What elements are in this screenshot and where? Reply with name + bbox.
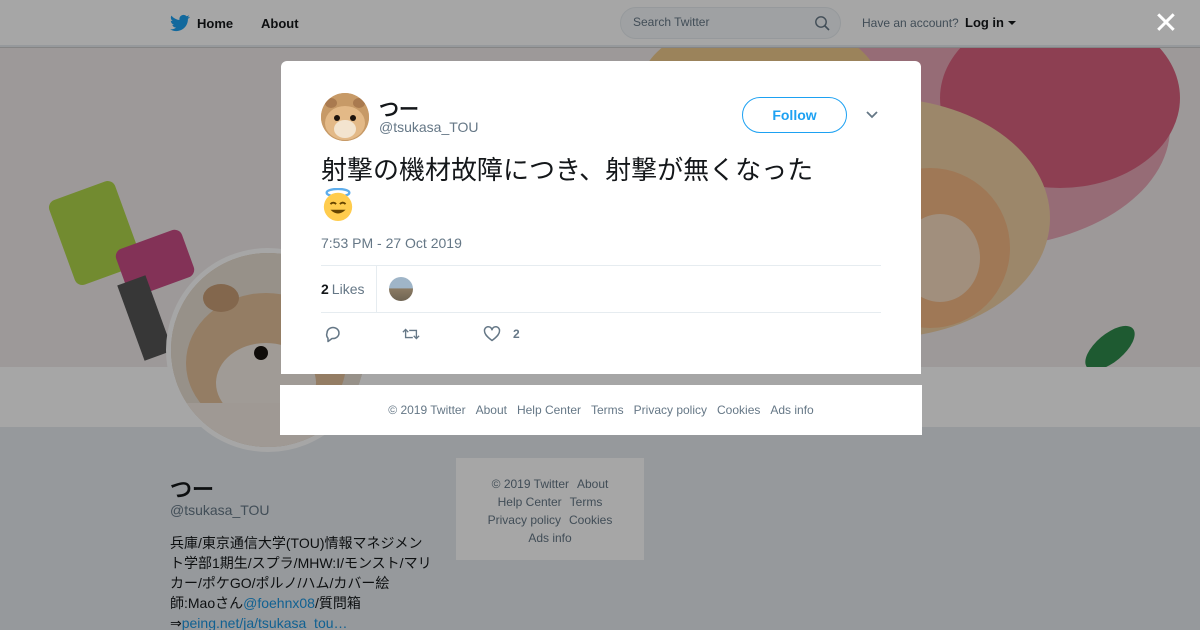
modal-footer-about[interactable]: About: [476, 403, 507, 417]
halo-emoji-icon: [323, 188, 353, 222]
modal-footer-help[interactable]: Help Center: [517, 403, 581, 417]
retweet-button[interactable]: [402, 325, 420, 343]
likes-number: 2: [321, 281, 329, 297]
tweet-author-name[interactable]: つー: [379, 93, 419, 122]
tweet-body: 射撃の機材故障につき、射撃が無くなった: [321, 155, 814, 185]
tweet-modal: つー @tsukasa_TOU Follow 射撃の機材故障につき、射撃が無くな…: [281, 61, 921, 374]
close-icon[interactable]: ✕: [1152, 9, 1180, 39]
hamster-avatar-icon: [321, 93, 369, 141]
like-action-count: 2: [513, 327, 520, 341]
stats-vertical-divider: [376, 266, 377, 312]
like-button[interactable]: 2: [483, 325, 520, 343]
stats-bottom-divider: [321, 312, 881, 313]
stats-top-divider: [321, 265, 881, 266]
liker-avatar[interactable]: [389, 277, 413, 301]
tweet-timestamp[interactable]: 7:53 PM - 27 Oct 2019: [321, 235, 462, 251]
likes-label: Likes: [331, 281, 365, 297]
retweet-icon: [402, 328, 420, 340]
heart-icon: [483, 326, 501, 342]
modal-footer: © 2019 Twitter About Help Center Terms P…: [280, 385, 922, 435]
likes-count[interactable]: 2 Likes: [321, 281, 364, 297]
chevron-down-icon[interactable]: [865, 107, 879, 121]
tweet-text: 射撃の機材故障につき、射撃が無くなった: [321, 154, 881, 222]
modal-footer-copyright: © 2019 Twitter: [388, 403, 466, 417]
reply-button[interactable]: [324, 325, 342, 343]
tweet-author-handle[interactable]: @tsukasa_TOU: [379, 119, 479, 135]
reply-icon: [325, 326, 340, 343]
modal-footer-cookies[interactable]: Cookies: [717, 403, 760, 417]
modal-footer-privacy[interactable]: Privacy policy: [634, 403, 707, 417]
modal-footer-terms[interactable]: Terms: [591, 403, 624, 417]
follow-button[interactable]: Follow: [742, 97, 847, 133]
tweet-author-avatar[interactable]: [321, 93, 369, 141]
modal-footer-ads[interactable]: Ads info: [770, 403, 813, 417]
